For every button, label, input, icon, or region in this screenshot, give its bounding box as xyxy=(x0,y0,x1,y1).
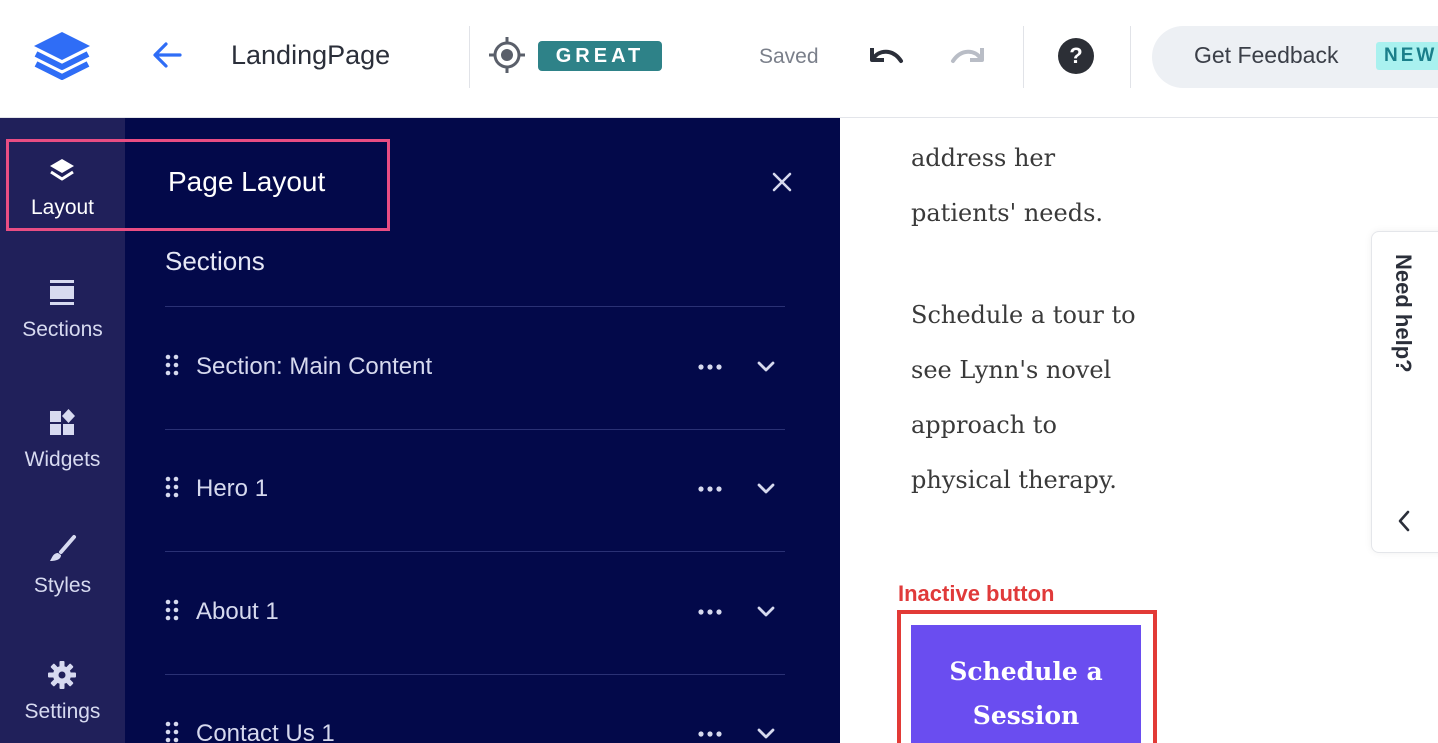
back-arrow-icon[interactable] xyxy=(150,38,184,72)
preview-text-line: approach to xyxy=(911,411,1057,439)
section-name: Hero 1 xyxy=(196,475,269,502)
chevron-down-icon[interactable] xyxy=(755,479,777,497)
brush-icon xyxy=(50,535,76,561)
top-bar: LandingPage GREAT Saved ? Get Feedback N… xyxy=(0,0,1438,118)
sections-heading: Sections xyxy=(165,246,265,276)
more-options-icon[interactable] xyxy=(697,730,723,738)
divider xyxy=(165,429,785,430)
layout-highlight-box xyxy=(6,139,390,231)
section-name: About 1 xyxy=(196,598,279,625)
need-help-label: Need help? xyxy=(1391,254,1416,373)
cta-line: Schedule a xyxy=(949,657,1103,686)
sidebar-item-styles[interactable]: Styles xyxy=(0,534,125,634)
section-name: Contact Us 1 xyxy=(196,720,335,743)
redo-icon[interactable] xyxy=(948,40,988,72)
sidebar-item-label: Sections xyxy=(22,318,103,341)
inactive-button-annotation: Inactive button xyxy=(898,581,1055,606)
drag-handle-icon[interactable] xyxy=(165,354,179,376)
drag-handle-icon[interactable] xyxy=(165,721,179,743)
sections-icon xyxy=(50,280,74,305)
sidebar-item-label: Widgets xyxy=(24,448,101,471)
target-icon[interactable] xyxy=(489,37,525,73)
toolbar-divider xyxy=(1023,26,1024,88)
sidebar-item-label: Styles xyxy=(33,574,92,597)
save-status: Saved xyxy=(759,45,819,68)
list-item[interactable]: Section: Main Content xyxy=(165,342,785,392)
sidebar-item-label: Settings xyxy=(24,700,101,723)
score-badge[interactable]: GREAT xyxy=(538,41,662,71)
drag-handle-icon[interactable] xyxy=(165,476,179,498)
chevron-down-icon[interactable] xyxy=(755,602,777,620)
toolbar-divider xyxy=(469,26,470,88)
divider xyxy=(165,306,785,307)
preview-text-line: patients' needs. xyxy=(911,199,1104,227)
divider xyxy=(165,674,785,675)
get-feedback-button[interactable]: Get Feedback NEW xyxy=(1152,26,1438,88)
widgets-icon xyxy=(50,409,75,435)
more-options-icon[interactable] xyxy=(697,485,723,493)
gear-icon xyxy=(48,661,76,689)
undo-icon[interactable] xyxy=(866,40,906,72)
toolbar-divider xyxy=(1130,26,1131,88)
schedule-session-button[interactable]: Schedule a Session xyxy=(911,625,1141,743)
chevron-down-icon[interactable] xyxy=(755,357,777,375)
help-icon[interactable]: ? xyxy=(1058,38,1094,74)
need-help-tab[interactable]: Need help? xyxy=(1371,231,1438,553)
sidebar-item-widgets[interactable]: Widgets xyxy=(0,408,125,508)
list-item[interactable]: About 1 xyxy=(165,587,785,637)
sidebar-item-settings[interactable]: Settings xyxy=(0,660,125,743)
preview-text-line: see Lynn's novel xyxy=(911,356,1112,384)
close-icon[interactable] xyxy=(770,170,794,194)
list-item[interactable]: Hero 1 xyxy=(165,464,785,514)
page-name[interactable]: LandingPage xyxy=(231,40,390,71)
preview-text-line: Schedule a tour to xyxy=(911,301,1136,329)
chevron-left-icon[interactable] xyxy=(1394,508,1414,534)
drag-handle-icon[interactable] xyxy=(165,599,179,621)
new-badge: NEW xyxy=(1376,42,1438,70)
more-options-icon[interactable] xyxy=(697,608,723,616)
chevron-down-icon[interactable] xyxy=(755,724,777,742)
get-feedback-label: Get Feedback xyxy=(1194,42,1339,68)
more-options-icon[interactable] xyxy=(697,363,723,371)
section-name: Section: Main Content xyxy=(196,353,433,380)
preview-text-line: physical therapy. xyxy=(911,466,1117,494)
layers-logo-icon[interactable] xyxy=(30,30,94,80)
preview-text-line: address her xyxy=(911,144,1056,172)
list-item[interactable]: Contact Us 1 xyxy=(165,709,785,743)
divider xyxy=(165,551,785,552)
cta-line: Session xyxy=(972,701,1080,730)
sidebar-item-sections[interactable]: Sections xyxy=(0,278,125,378)
